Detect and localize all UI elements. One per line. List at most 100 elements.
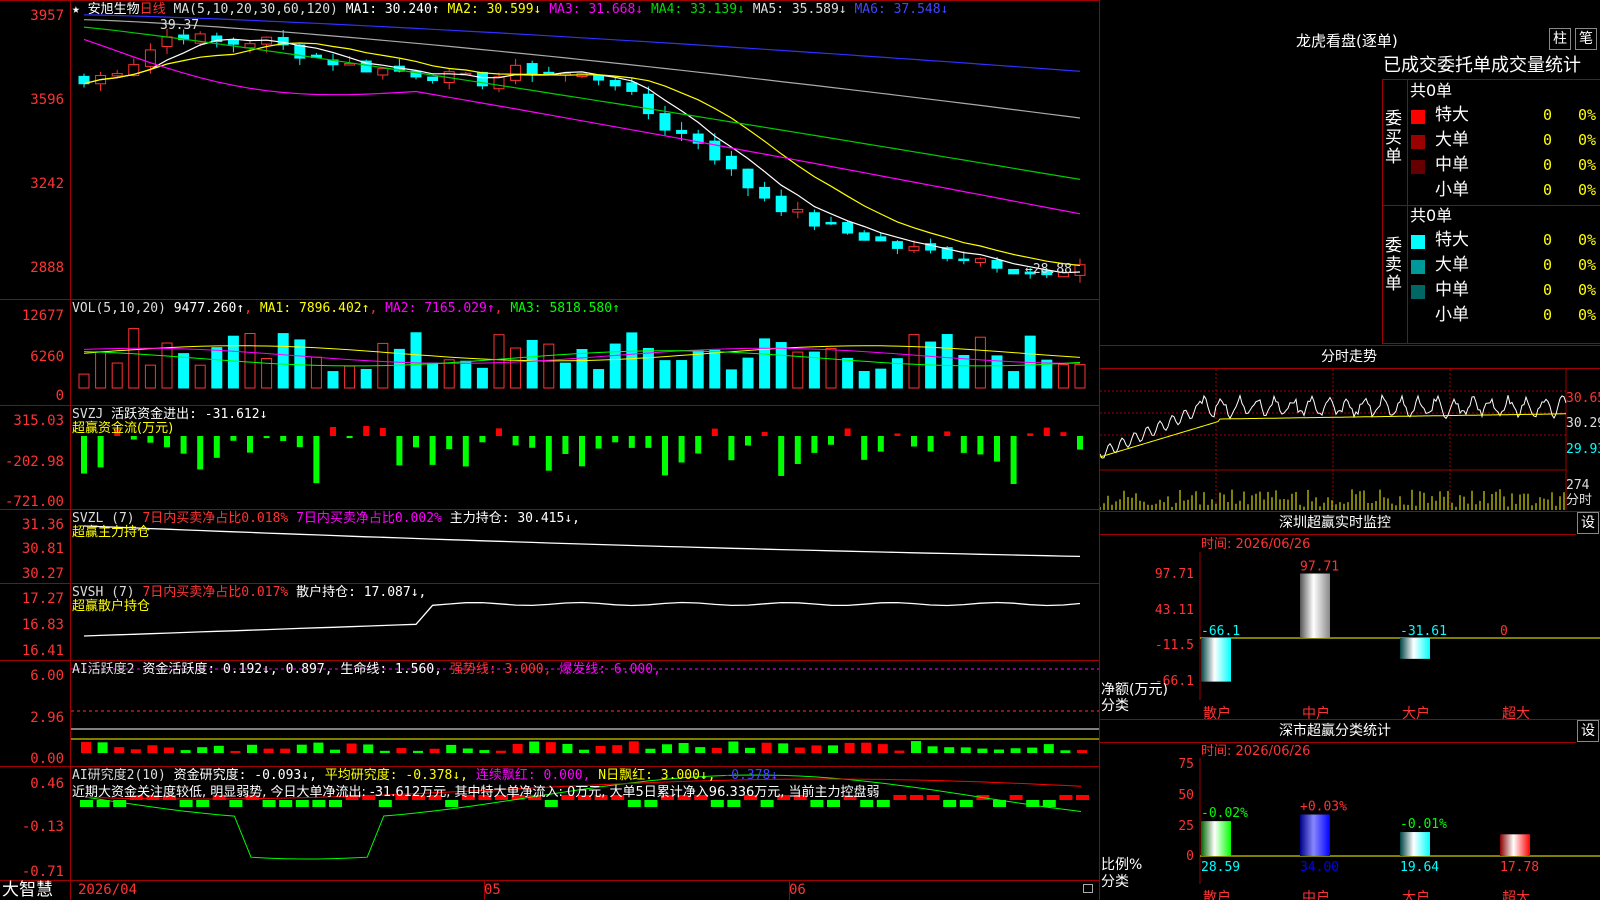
flow-bar xyxy=(977,436,984,455)
flow-bar xyxy=(164,436,170,448)
star-icon[interactable]: ★ xyxy=(72,2,80,17)
monitor-chart[interactable]: 97.7143.11-11.5-66.1-66.1散户97.71中户-31.61… xyxy=(1100,552,1600,722)
research-bar xyxy=(727,800,741,807)
tick-mode-button[interactable]: 笔 xyxy=(1575,28,1597,50)
flow-bar xyxy=(794,436,801,464)
category-bar-1 xyxy=(1300,573,1330,638)
candle xyxy=(1074,264,1086,276)
volume-bar xyxy=(310,356,322,389)
sell-row-name-1: 大单 xyxy=(1435,255,1469,275)
sell-row-name-3: 小单 xyxy=(1435,305,1469,325)
activity-bar xyxy=(496,750,506,753)
classify-unit: 比例% xyxy=(1101,857,1143,873)
sell-row-pct-2: 0% xyxy=(1578,281,1597,299)
activity-bar xyxy=(595,745,606,753)
volume-bar xyxy=(659,360,671,389)
stock-name: 安旭生物 xyxy=(87,2,140,17)
ai2-a: 资金研究度: -0.093↓, xyxy=(173,768,317,783)
price-chart[interactable] xyxy=(71,0,1099,299)
flow-bar xyxy=(197,436,204,470)
research-bar xyxy=(926,795,940,800)
volume-bar xyxy=(161,342,173,389)
candle xyxy=(227,39,239,45)
ai2-e: -0.378↓ xyxy=(723,768,779,783)
flow-bar xyxy=(695,436,702,454)
buy-row-pct-1: 0% xyxy=(1578,131,1597,149)
sell-swatch-1 xyxy=(1411,260,1425,274)
activity-bar xyxy=(761,742,772,753)
monitor-settings-button[interactable]: 设 xyxy=(1577,512,1599,534)
volume-bar xyxy=(576,349,588,389)
fenshi-title: 分时走势 xyxy=(1321,349,1377,365)
buy-row-pct-0: 0% xyxy=(1578,106,1597,124)
sell-total: 共0单 xyxy=(1410,206,1453,225)
flow-bar xyxy=(761,431,768,436)
research-bar xyxy=(445,800,459,807)
lhb-title: 龙虎看盘(逐单) xyxy=(1296,32,1398,50)
activity-bar xyxy=(247,744,257,753)
sell-row-pct-1: 0% xyxy=(1578,256,1597,274)
flow-bar xyxy=(346,436,353,439)
classify-chart[interactable]: 75 50 25 0 28.59 -0.02% 散户 34.00 +0.03% 中户 19.64 -0… xyxy=(1100,758,1600,900)
candle xyxy=(991,260,1003,269)
ai2-summary: 近期大资金关注度较低, 明显弱势, 今日大单净流出: -31.612万元, 其中… xyxy=(72,785,880,800)
research-bar xyxy=(943,800,957,807)
candle xyxy=(725,155,737,170)
candle xyxy=(891,241,903,249)
category-label-2: 大户 xyxy=(1402,889,1430,900)
buy-row-count-3: 0 xyxy=(1543,181,1553,199)
activity-bar xyxy=(379,750,390,753)
ma3-label: MA3: 31.668↓ xyxy=(549,2,644,17)
volume-bar xyxy=(244,333,256,389)
sell-row-pct-0: 0% xyxy=(1578,231,1597,249)
research-bar xyxy=(196,800,210,807)
volume-bar xyxy=(128,328,140,389)
research-bar xyxy=(760,800,774,807)
candle xyxy=(377,68,389,76)
activity-bar xyxy=(1010,748,1021,753)
volume-bar xyxy=(194,364,206,389)
buy-row-pct-3: 0% xyxy=(1578,181,1597,199)
research-bar xyxy=(644,800,658,807)
candle xyxy=(759,186,771,199)
candle xyxy=(775,195,787,213)
volume-bar xyxy=(344,365,356,389)
flow-bar xyxy=(1010,436,1017,485)
research-bar xyxy=(179,800,193,807)
activity-bar xyxy=(81,741,91,753)
brand-logo[interactable]: 大智慧 xyxy=(2,880,53,900)
volume-bar xyxy=(908,334,920,389)
bar-mode-button[interactable]: 柱 xyxy=(1549,28,1571,50)
flow-bar xyxy=(645,436,652,448)
volume-bar xyxy=(858,371,870,389)
candle xyxy=(626,82,638,92)
volume-bar xyxy=(227,335,239,389)
main-holding-line xyxy=(83,525,1081,558)
activity-bar xyxy=(811,745,822,753)
flow-bar xyxy=(280,436,287,441)
research-bar xyxy=(96,800,110,807)
date-label-1: 2026/04 xyxy=(78,882,138,898)
lock-icon[interactable] xyxy=(1083,884,1093,893)
intraday-chart[interactable] xyxy=(1100,369,1600,510)
flow-bar xyxy=(828,436,834,445)
classify-settings-button[interactable]: 设 xyxy=(1577,720,1599,742)
activity-bar xyxy=(728,741,739,753)
volume-bar xyxy=(427,362,439,389)
research-bar xyxy=(827,800,840,807)
research-bar xyxy=(262,800,276,807)
sell-row-count-1: 0 xyxy=(1543,256,1553,274)
category-change-0: -0.02% xyxy=(1201,806,1248,821)
period-label[interactable]: 日线 xyxy=(140,2,166,17)
sell-row-pct-3: 0% xyxy=(1578,306,1597,324)
volume-bar xyxy=(974,336,986,389)
category-value-3: 17.78 xyxy=(1500,860,1539,875)
volume-bar xyxy=(958,355,970,389)
research-bar xyxy=(910,795,923,800)
ma5-label: MA5: 35.589↓ xyxy=(752,2,847,17)
svsh-head: SVSH (7) xyxy=(72,585,135,600)
research-bar xyxy=(113,800,127,807)
svzl-sub: 超赢主力持仓 xyxy=(72,525,151,540)
sell-row-count-3: 0 xyxy=(1543,306,1553,324)
ai-research-chart[interactable] xyxy=(71,767,1099,880)
